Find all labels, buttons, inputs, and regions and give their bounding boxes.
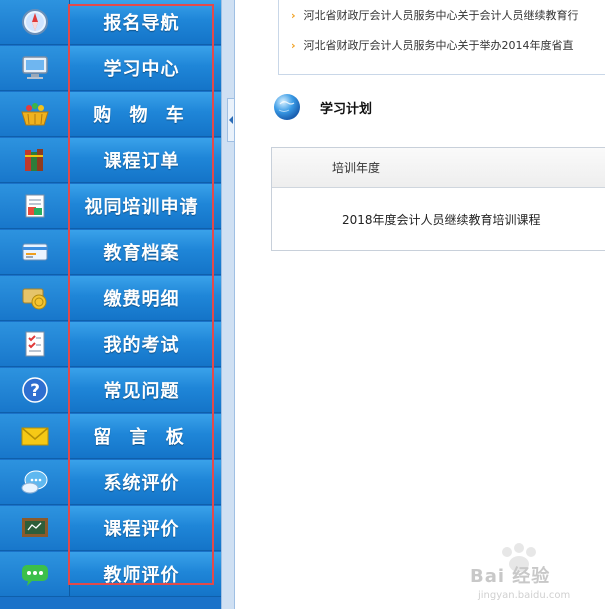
sidebar-item-label: 购 物 车 bbox=[93, 105, 190, 126]
sidebar-item-system-rating[interactable]: 系统评价 bbox=[0, 460, 221, 505]
sidebar-item-shopping-cart[interactable]: 购 物 车 bbox=[0, 92, 221, 137]
envelope-icon bbox=[21, 427, 48, 446]
chevron-right-icon: › bbox=[291, 8, 296, 22]
sidebar-item-label: 我的考试 bbox=[103, 335, 180, 356]
notice-link[interactable]: 河北省财政厅会计人员服务中心关于会计人员继续教育行 bbox=[304, 7, 579, 23]
chevron-left-icon bbox=[229, 116, 233, 124]
watermark-url: jingyan.baidu.com bbox=[478, 590, 571, 601]
sidebar-splitter[interactable] bbox=[221, 0, 235, 609]
sidebar-item-label: 留 言 板 bbox=[93, 427, 190, 448]
sidebar-item-label: 课程订单 bbox=[103, 151, 180, 172]
sidebar-item-education-archive[interactable]: 教育档案 bbox=[0, 230, 221, 275]
speech-dots-icon bbox=[21, 565, 48, 586]
sidebar-item-label: 视同培训申请 bbox=[84, 197, 199, 218]
notice-list: › 河北省财政厅会计人员服务中心关于会计人员继续教育行 › 河北省财政厅会计人员… bbox=[278, 0, 605, 75]
table-row[interactable]: 2018年度会计人员继续教育培训课程 bbox=[272, 188, 605, 250]
main-content: › 河北省财政厅会计人员服务中心关于会计人员继续教育行 › 河北省财政厅会计人员… bbox=[236, 0, 605, 609]
sidebar-item-payment-details[interactable]: 缴费明细 bbox=[0, 276, 221, 321]
sidebar-item-label: 学习中心 bbox=[103, 59, 180, 80]
chalkboard-icon bbox=[21, 518, 48, 537]
sidebar-item-course-orders[interactable]: 课程订单 bbox=[0, 138, 221, 183]
notice-item[interactable]: › 河北省财政厅会计人员服务中心关于会计人员继续教育行 bbox=[291, 5, 579, 25]
watermark-brand: Bai 经验 bbox=[470, 566, 551, 587]
application-form-icon bbox=[25, 194, 44, 218]
sidebar-item-label: 报名导航 bbox=[103, 13, 180, 34]
sidebar-item-label: 常见问题 bbox=[103, 381, 180, 402]
sidebar-item-message-board[interactable]: 留 言 板 bbox=[0, 414, 221, 459]
sidebar-item-faq[interactable]: ? 常见问题 bbox=[0, 368, 221, 413]
study-plan-header: 学习计划 bbox=[272, 92, 372, 122]
sidebar-item-course-rating[interactable]: 课程评价 bbox=[0, 506, 221, 551]
notice-item[interactable]: › 河北省财政厅会计人员服务中心关于举办2014年度省直 bbox=[291, 35, 574, 55]
chevron-right-icon: › bbox=[291, 38, 296, 52]
sidebar-item-label: 教育档案 bbox=[103, 243, 180, 264]
sidebar-item-equivalent-training[interactable]: 视同培训申请 bbox=[0, 184, 221, 229]
study-plan-table: 培训年度 2018年度会计人员继续教育培训课程 bbox=[271, 147, 605, 251]
question-icon: ? bbox=[21, 377, 48, 403]
chat-bubble-icon bbox=[21, 470, 47, 494]
sidebar-nav: 报名导航 学习中心 购 物 车 课程订单 视同培训申请 教育档案 缴费明细 我的… bbox=[0, 0, 221, 609]
column-header-training-year: 培训年度 bbox=[272, 148, 605, 188]
sidebar-item-enrollment-guide[interactable]: 报名导航 bbox=[0, 0, 221, 45]
sidebar-item-label: 系统评价 bbox=[103, 473, 180, 494]
sidebar-item-teacher-rating[interactable]: 教师评价 bbox=[0, 552, 221, 597]
collapse-sidebar-button[interactable] bbox=[227, 98, 235, 142]
monitor-icon bbox=[21, 56, 48, 79]
page-title: 学习计划 bbox=[320, 101, 373, 117]
shopping-basket-icon bbox=[20, 103, 49, 126]
books-icon bbox=[24, 149, 43, 171]
id-card-icon bbox=[22, 243, 47, 261]
checklist-icon bbox=[25, 331, 44, 357]
sidebar-item-my-exams[interactable]: 我的考试 bbox=[0, 322, 221, 367]
notice-link[interactable]: 河北省财政厅会计人员服务中心关于举办2014年度省直 bbox=[304, 37, 574, 53]
coins-icon bbox=[22, 288, 46, 310]
sidebar-item-label: 课程评价 bbox=[103, 519, 180, 540]
compass-icon bbox=[21, 9, 48, 35]
sidebar-item-label: 缴费明细 bbox=[103, 289, 180, 310]
sidebar-item-label: 教师评价 bbox=[103, 565, 180, 586]
sidebar-item-learning-center[interactable]: 学习中心 bbox=[0, 46, 221, 91]
svg-text:?: ? bbox=[30, 381, 40, 401]
globe-icon bbox=[274, 94, 300, 120]
